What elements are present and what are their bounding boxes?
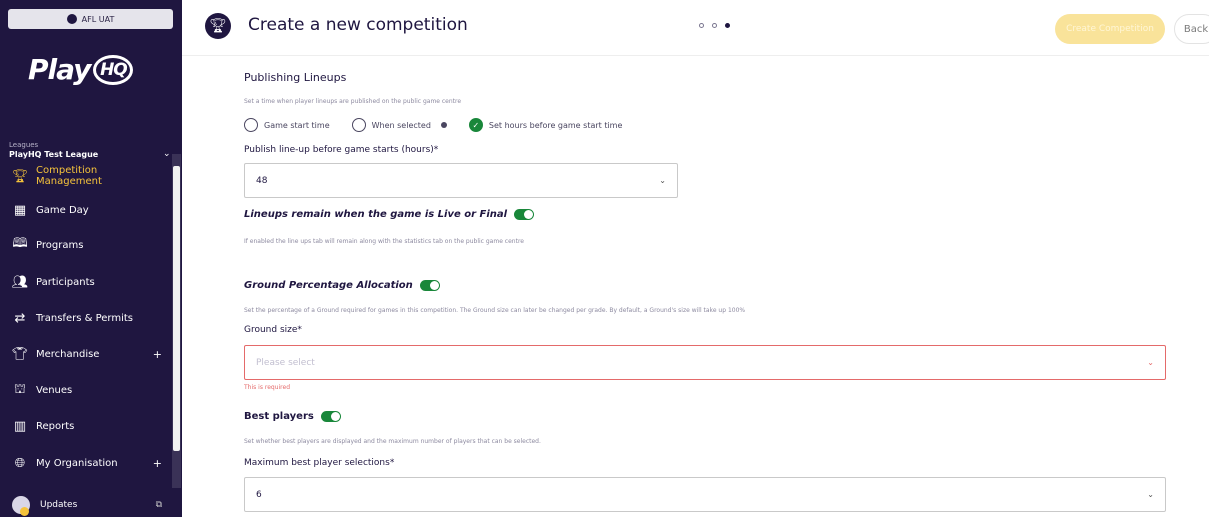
expand-icon[interactable]: +: [153, 348, 162, 361]
stadium-icon: ⛫: [14, 381, 26, 397]
sidebar-item-label: Reports: [36, 420, 75, 432]
sidebar-item-competition-management[interactable]: 🏆︎ Competition Management: [12, 165, 162, 187]
sidebar-item-label: Programs: [36, 239, 84, 251]
radio-circle[interactable]: [351, 118, 366, 132]
chevron-down-icon: ⌄: [659, 176, 666, 185]
transfer-icon: ⇄: [14, 310, 26, 326]
external-link-icon: ⧉: [155, 500, 162, 510]
league-label: Leagues: [9, 141, 39, 149]
publish-hours-select[interactable]: 48 ⌄: [244, 163, 678, 198]
best-players-help: Set whether best players are displayed a…: [244, 438, 541, 445]
avatar: [12, 496, 30, 516]
sidebar-item-transfers-permits[interactable]: ⇄ Transfers & Permits: [12, 310, 162, 326]
scoreboard-icon: ▦: [13, 202, 27, 218]
sidebar: AFL UAT Play HQ Leagues PlayHQ Test Leag…: [0, 0, 182, 517]
step-dot-current: [725, 23, 730, 28]
sidebar-item-merchandise[interactable]: 👕︎ Merchandise +: [12, 346, 162, 362]
sidebar-item-label: Participants: [36, 276, 95, 288]
trophy-icon: 🏆︎: [11, 168, 29, 184]
sidebar-item-venues[interactable]: ⛫ Venues: [12, 382, 162, 398]
publish-hours-label: Publish line-up before game starts (hour…: [244, 145, 439, 155]
ground-allocation-label: Ground Percentage Allocation: [244, 280, 413, 291]
expand-icon[interactable]: +: [153, 457, 162, 470]
sidebar-item-label: Venues: [36, 384, 73, 396]
chevron-down-icon[interactable]: ⌄: [163, 149, 171, 159]
ground-allocation-row: Ground Percentage Allocation: [244, 280, 440, 291]
lineups-remain-toggle[interactable]: [514, 209, 535, 220]
chevron-down-icon: ⌄: [1147, 358, 1154, 367]
radio-set-hours[interactable]: ✓ Set hours before game start time: [468, 118, 623, 132]
sidebar-item-participants[interactable]: 👥︎ Participants: [12, 274, 162, 290]
chevron-down-icon: ⌄: [1147, 490, 1154, 499]
lineups-remain-row: Lineups remain when the game is Live or …: [244, 209, 535, 220]
sidebar-item-label: My Organisation: [36, 457, 118, 469]
radio-label: Game start time: [264, 120, 330, 130]
radio-circle-checked[interactable]: ✓: [468, 118, 483, 132]
lineups-remain-label: Lineups remain when the game is Live or …: [244, 209, 508, 220]
ground-size-label: Ground size*: [244, 325, 302, 335]
trophy-icon: 🏆︎: [205, 13, 231, 39]
sidebar-item-reports[interactable]: ▥ Reports: [12, 418, 162, 434]
max-best-select[interactable]: 6 ⌄: [244, 477, 1166, 512]
org-switcher[interactable]: AFL UAT: [8, 9, 173, 29]
best-players-row: Best players: [244, 411, 341, 422]
sidebar-item-my-organisation[interactable]: 🌐︎ My Organisation +: [12, 455, 162, 471]
max-best-label: Maximum best player selections*: [244, 458, 395, 468]
select-value: 6: [256, 489, 262, 500]
league-selector[interactable]: PlayHQ Test League: [9, 150, 98, 159]
create-competition-button[interactable]: Create Competition: [1055, 14, 1165, 44]
updates-label: Updates: [40, 500, 78, 510]
report-icon: ▥: [13, 418, 27, 434]
form-content: Publishing Lineups Set a time when playe…: [182, 56, 1209, 517]
info-icon[interactable]: [440, 122, 447, 128]
radio-label: Set hours before game start time: [488, 120, 623, 130]
sidebar-item-label: Competition Management: [36, 165, 102, 187]
sidebar-item-programs[interactable]: 🕮︎ Programs: [12, 236, 162, 253]
logo-hq: HQ: [93, 54, 134, 85]
ground-allocation-toggle[interactable]: [419, 280, 440, 291]
publishing-options: Game start time When selected ✓ Set hour…: [244, 118, 622, 132]
updates-link[interactable]: Updates ⧉: [12, 496, 162, 516]
radio-label: When selected: [371, 120, 431, 130]
sidebar-item-label: Transfers & Permits: [36, 312, 133, 324]
shirt-icon: 👕︎: [11, 346, 29, 362]
page-title: Create a new competition: [248, 15, 468, 35]
sidebar-item-label: Merchandise: [36, 348, 100, 360]
step-dot: [712, 23, 717, 28]
radio-circle[interactable]: [244, 118, 258, 132]
book-icon: 🕮︎: [12, 236, 28, 251]
publishing-lineups-title: Publishing Lineups: [244, 71, 347, 84]
step-indicator: [699, 23, 730, 28]
best-players-label: Best players: [244, 411, 314, 422]
sidebar-item-label: Game Day: [36, 204, 89, 216]
lineups-remain-help: If enabled the line ups tab will remain …: [244, 238, 524, 245]
select-value: 48: [256, 175, 268, 186]
page-header: 🏆︎ Create a new competition Create Compe…: [182, 0, 1209, 56]
publishing-lineups-help: Set a time when player lineups are publi…: [244, 98, 462, 105]
people-icon: 👥︎: [11, 274, 29, 290]
playhq-logo[interactable]: Play HQ: [28, 53, 134, 86]
sidebar-item-game-day[interactable]: ▦ Game Day: [12, 202, 162, 218]
best-players-toggle[interactable]: [320, 411, 341, 422]
radio-when-selected[interactable]: When selected: [351, 118, 447, 132]
back-button[interactable]: Back: [1174, 14, 1209, 44]
ground-size-error: This is required: [244, 384, 291, 391]
globe-icon: 🌐︎: [14, 455, 26, 471]
org-name: AFL UAT: [81, 14, 115, 24]
ground-allocation-help: Set the percentage of a Ground required …: [244, 307, 746, 314]
step-dot: [699, 23, 704, 28]
radio-game-start-time[interactable]: Game start time: [244, 118, 330, 132]
org-icon: [66, 14, 77, 24]
ground-size-select[interactable]: Please select ⌄: [244, 345, 1166, 380]
sidebar-scroll-thumb[interactable]: [173, 166, 180, 451]
logo-text: Play: [28, 53, 91, 86]
select-placeholder: Please select: [256, 357, 315, 368]
